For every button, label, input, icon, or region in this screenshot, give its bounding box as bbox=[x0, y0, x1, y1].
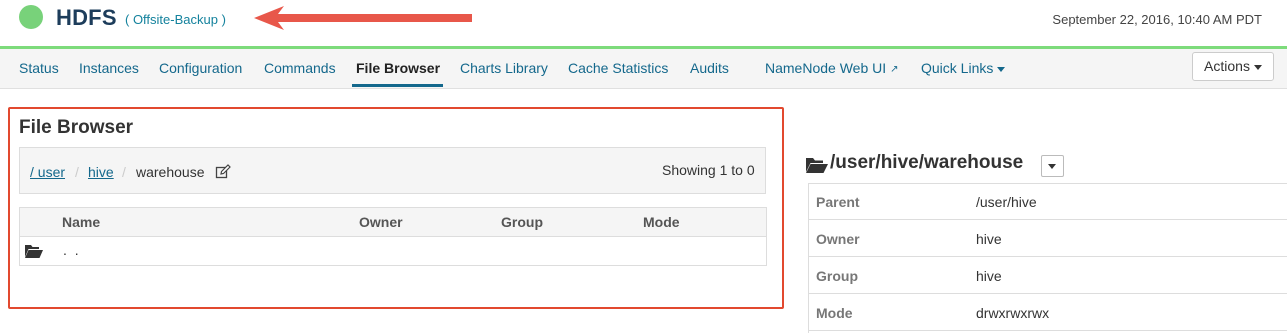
tab-commands[interactable]: Commands bbox=[264, 60, 336, 76]
external-link-icon: ↗ bbox=[890, 64, 899, 75]
column-owner[interactable]: Owner bbox=[359, 214, 403, 230]
path-actions-dropdown[interactable] bbox=[1041, 155, 1064, 177]
current-path-title: /user/hive/warehouse bbox=[830, 152, 1024, 173]
details-row bbox=[808, 220, 1287, 257]
breadcrumb-separator: / bbox=[75, 164, 79, 180]
breadcrumb bbox=[19, 147, 766, 194]
edit-icon[interactable] bbox=[215, 164, 231, 180]
parent-label: Parent bbox=[816, 194, 860, 210]
tab-audits[interactable]: Audits bbox=[690, 60, 729, 76]
caret-down-icon bbox=[997, 66, 1006, 72]
breadcrumb-hive[interactable]: hive bbox=[88, 164, 114, 180]
caret-down-icon bbox=[1048, 164, 1056, 169]
tab-file-browser[interactable]: File Browser bbox=[356, 60, 440, 76]
tab-status[interactable]: Status bbox=[19, 60, 59, 76]
parent-directory-link[interactable]: . . bbox=[63, 242, 81, 258]
annotation-arrow-icon bbox=[254, 6, 472, 30]
column-group[interactable]: Group bbox=[501, 214, 543, 230]
group-value: hive bbox=[976, 268, 1002, 284]
parent-value: /user/hive bbox=[976, 194, 1037, 210]
status-indicator bbox=[19, 5, 43, 29]
folder-open-icon bbox=[806, 158, 828, 173]
timestamp: September 22, 2016, 10:40 AM PDT bbox=[1052, 12, 1262, 27]
tab-configuration[interactable]: Configuration bbox=[159, 60, 242, 76]
tab-instances[interactable]: Instances bbox=[79, 60, 139, 76]
actions-button[interactable]: Actions bbox=[1192, 52, 1274, 81]
breadcrumb-warehouse: warehouse bbox=[136, 164, 205, 180]
file-browser-title: File Browser bbox=[19, 117, 134, 138]
mode-label: Mode bbox=[816, 305, 853, 321]
page-header: HDFS ( Offsite-Backup ) September 22, 20… bbox=[0, 0, 1287, 47]
column-name[interactable]: Name bbox=[62, 214, 100, 230]
details-row bbox=[808, 183, 1287, 220]
service-title: HDFS bbox=[56, 5, 117, 30]
tab-charts-library[interactable]: Charts Library bbox=[460, 60, 548, 76]
details-row bbox=[808, 257, 1287, 294]
column-mode[interactable]: Mode bbox=[643, 214, 680, 230]
tab-namenode-web-ui[interactable]: NameNode Web UI ↗ bbox=[765, 60, 899, 76]
caret-down-icon bbox=[1253, 64, 1262, 70]
tab-cache-statistics[interactable]: Cache Statistics bbox=[568, 60, 668, 76]
breadcrumb-separator: / bbox=[122, 164, 126, 180]
owner-value: hive bbox=[976, 231, 1002, 247]
tab-quick-links[interactable]: Quick Links bbox=[921, 60, 1006, 76]
mode-value: drwxrwxrwx bbox=[976, 305, 1050, 321]
breadcrumb-user[interactable]: / user bbox=[30, 164, 65, 180]
active-tab-indicator bbox=[352, 84, 443, 87]
folder-open-icon bbox=[25, 245, 43, 258]
owner-label: Owner bbox=[816, 231, 860, 247]
cluster-link[interactable]: ( Offsite-Backup ) bbox=[125, 12, 226, 27]
showing-count: Showing 1 to 0 bbox=[662, 162, 755, 178]
group-label: Group bbox=[816, 268, 858, 284]
